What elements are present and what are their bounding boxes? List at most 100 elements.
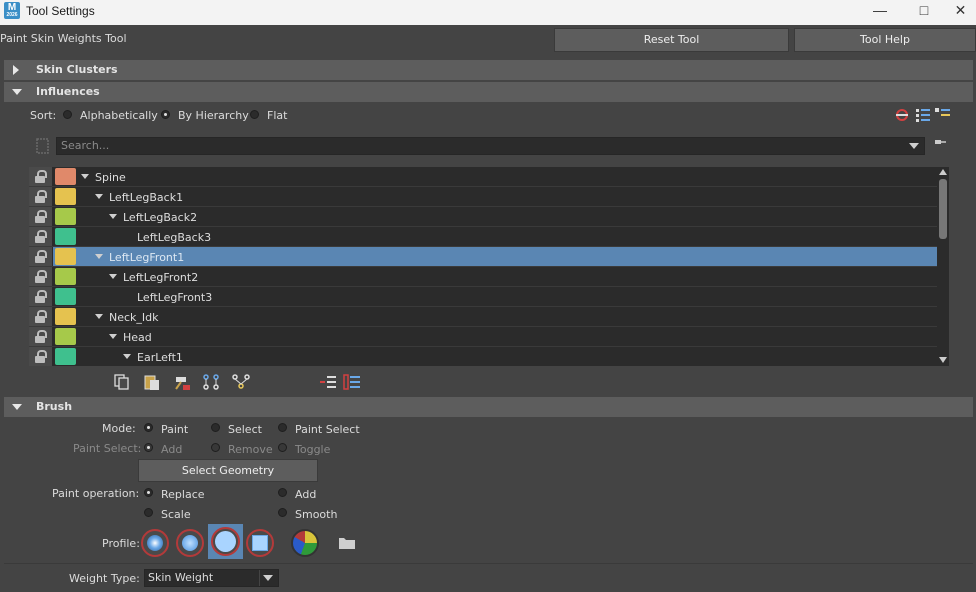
prune-influence-icon[interactable] <box>893 106 913 124</box>
skin-clusters-section-header[interactable]: Skin Clusters <box>4 60 973 80</box>
mode-paint-select-radio[interactable] <box>278 423 287 432</box>
chevron-down-icon[interactable] <box>909 143 919 149</box>
lock-icon[interactable] <box>29 327 53 346</box>
lock-icon[interactable] <box>29 187 53 206</box>
collapse-list-icon[interactable] <box>318 373 338 391</box>
weight-hammer-icon[interactable] <box>172 373 192 391</box>
mode-paint-radio[interactable] <box>144 423 153 432</box>
expand-arrow-icon[interactable] <box>123 354 131 359</box>
sort-flat-radio[interactable] <box>250 110 259 119</box>
joint-name: Spine <box>95 171 126 184</box>
mode-paint-select-label[interactable]: Paint Select <box>295 423 360 436</box>
color-swatch[interactable] <box>55 168 76 185</box>
sort-by-hierarchy-label[interactable]: By Hierarchy <box>178 109 249 122</box>
chevron-down-icon[interactable] <box>263 575 273 581</box>
maximize-icon[interactable]: □ <box>901 0 947 22</box>
expand-arrow-icon[interactable] <box>81 174 89 179</box>
lock-icon[interactable] <box>29 347 53 366</box>
move-weights-icon[interactable] <box>201 373 221 391</box>
lock-icon[interactable] <box>29 307 53 326</box>
list-item[interactable]: LeftLegBack3 <box>29 227 937 247</box>
sort-alphabetically-radio[interactable] <box>63 110 72 119</box>
color-swatch[interactable] <box>55 268 76 285</box>
list-item[interactable]: Neck_Idk <box>29 307 937 327</box>
soft-brush-icon[interactable] <box>176 529 204 557</box>
mode-select-radio[interactable] <box>211 423 220 432</box>
lock-icon[interactable] <box>29 167 53 186</box>
copy-weights-icon[interactable] <box>112 373 132 391</box>
paint-op-scale-radio[interactable] <box>144 508 153 517</box>
expand-arrow-icon[interactable] <box>95 194 103 199</box>
list-item[interactable]: LeftLegBack1 <box>29 187 937 207</box>
lock-icon[interactable] <box>29 207 53 226</box>
tool-help-button[interactable]: Tool Help <box>794 28 976 52</box>
solid-brush-icon[interactable] <box>211 527 240 556</box>
joint-name: LeftLegFront2 <box>123 271 199 284</box>
scroll-up-icon[interactable] <box>939 169 947 175</box>
list-item[interactable]: Head <box>29 327 937 347</box>
select-geometry-button[interactable]: Select Geometry <box>138 459 318 482</box>
color-swatch[interactable] <box>55 308 76 325</box>
paint-op-add-label[interactable]: Add <box>295 488 316 501</box>
influence-list-scrollbar[interactable] <box>937 167 949 366</box>
list-item[interactable]: LeftLegFront3 <box>29 287 937 307</box>
custom-brush-icon[interactable] <box>291 529 319 557</box>
show-influences-icon[interactable] <box>231 373 251 391</box>
color-swatch[interactable] <box>55 328 76 345</box>
search-input[interactable]: Search... <box>56 137 925 155</box>
expand-arrow-icon[interactable] <box>95 314 103 319</box>
list-view-icon[interactable] <box>913 106 933 124</box>
list-item[interactable]: LeftLegFront2 <box>29 267 937 287</box>
lock-icon[interactable] <box>29 227 53 246</box>
lock-icon[interactable] <box>29 247 53 266</box>
lock-icon[interactable] <box>29 287 53 306</box>
color-swatch[interactable] <box>55 348 76 365</box>
expand-arrow-icon[interactable] <box>109 214 117 219</box>
scroll-down-icon[interactable] <box>939 357 947 363</box>
reset-tool-button[interactable]: Reset Tool <box>554 28 789 52</box>
paint-op-replace-radio[interactable] <box>144 488 153 497</box>
minimize-icon[interactable]: — <box>857 0 903 22</box>
paint-op-add-radio[interactable] <box>278 488 287 497</box>
color-swatch[interactable] <box>55 188 76 205</box>
filter-icon[interactable] <box>33 137 53 155</box>
square-brush-icon[interactable] <box>246 529 274 557</box>
paint-op-smooth-radio[interactable] <box>278 508 287 517</box>
mode-paint-label[interactable]: Paint <box>161 423 188 436</box>
pin-icon[interactable] <box>930 134 950 152</box>
expand-arrow-icon[interactable] <box>109 274 117 279</box>
paint-op-replace-label[interactable]: Replace <box>161 488 205 501</box>
list-item[interactable]: EarLeft1 <box>29 347 937 366</box>
lock-icon[interactable] <box>29 267 53 286</box>
gaussian-brush-icon[interactable] <box>141 529 169 557</box>
hierarchy-view-icon[interactable] <box>933 106 953 124</box>
mode-select-label[interactable]: Select <box>228 423 262 436</box>
paint-select-remove-radio[interactable] <box>211 443 220 452</box>
list-item-selected[interactable]: LeftLegFront1 <box>29 247 937 267</box>
color-swatch[interactable] <box>55 288 76 305</box>
paint-op-smooth-label[interactable]: Smooth <box>295 508 337 521</box>
color-swatch[interactable] <box>55 228 76 245</box>
weight-type-select[interactable]: Skin Weight <box>144 569 279 587</box>
section-label: Brush <box>36 400 73 413</box>
sort-by-hierarchy-radio[interactable] <box>161 110 170 119</box>
paint-op-scale-label[interactable]: Scale <box>161 508 191 521</box>
expand-arrow-icon[interactable] <box>109 334 117 339</box>
paint-select-toggle-radio[interactable] <box>278 443 287 452</box>
color-swatch[interactable] <box>55 248 76 265</box>
expand-arrow-icon[interactable] <box>95 254 103 259</box>
list-item[interactable]: Spine <box>29 167 937 187</box>
window-title: Tool Settings <box>26 4 95 18</box>
folder-icon[interactable] <box>337 534 357 552</box>
paste-weights-icon[interactable] <box>142 373 162 391</box>
expand-list-icon[interactable] <box>342 373 362 391</box>
influences-section-header[interactable]: Influences <box>4 82 973 102</box>
close-icon[interactable]: ✕ <box>945 0 976 22</box>
color-swatch[interactable] <box>55 208 76 225</box>
influence-list[interactable]: Spine LeftLegBack1 LeftLegBack2 LeftLegB… <box>29 167 937 366</box>
list-item[interactable]: LeftLegBack2 <box>29 207 937 227</box>
brush-section-header[interactable]: Brush <box>4 397 973 417</box>
paint-select-add-radio[interactable] <box>144 443 153 452</box>
sort-alphabetically-label[interactable]: Alphabetically <box>80 109 158 122</box>
scroll-thumb[interactable] <box>939 179 947 239</box>
